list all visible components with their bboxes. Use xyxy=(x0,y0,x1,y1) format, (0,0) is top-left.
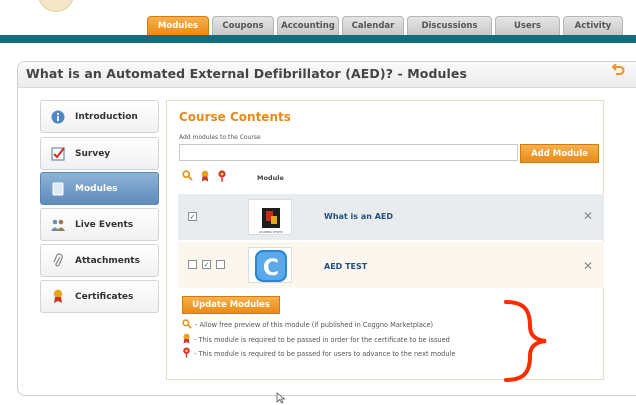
required-certificate-checkbox[interactable]: ✓ xyxy=(202,260,211,269)
logo xyxy=(38,0,74,12)
sidebar-item-label: Survey xyxy=(75,148,111,159)
legend-next-module: - This module is required to be passed f… xyxy=(182,347,455,360)
legend-certificate: - This module is required to be passed i… xyxy=(182,333,450,346)
tab-discussions[interactable]: Discussions xyxy=(407,16,492,35)
module-thumbnail: LEARNING CENTER xyxy=(248,199,292,235)
sidebar-item-modules[interactable]: Modules xyxy=(40,172,159,205)
add-module-button[interactable]: Add Module xyxy=(520,144,599,163)
main-tabs: Modules Coupons Accounting Calendar Disc… xyxy=(147,16,623,35)
ribbon-icon xyxy=(200,170,210,185)
checkbox-icon xyxy=(50,146,66,162)
legend-preview: - Allow free preview of this module (if … xyxy=(182,319,433,331)
tab-modules[interactable]: Modules xyxy=(147,16,209,35)
tab-coupons[interactable]: Coupons xyxy=(212,16,274,35)
annotation-brace xyxy=(504,300,547,382)
legend-text: - Allow free preview of this module (if … xyxy=(195,321,434,329)
magnifier-icon xyxy=(182,170,193,185)
column-legend-icons xyxy=(182,170,227,185)
module-column-header: Module xyxy=(257,174,284,182)
thumb-caption: LEARNING CENTER xyxy=(259,230,283,234)
mouse-cursor-icon xyxy=(276,392,286,405)
sidebar-item-certificates[interactable]: Certificates xyxy=(40,280,159,313)
course-contents-title: Course Contents xyxy=(179,110,291,124)
map-pin-icon xyxy=(182,347,191,360)
preview-checkbox[interactable] xyxy=(188,260,197,269)
sidebar-item-label: Certificates xyxy=(75,291,134,302)
module-name-link[interactable]: AED TEST xyxy=(324,262,367,271)
module-search-input[interactable] xyxy=(179,144,518,161)
sidebar-item-introduction[interactable]: Introduction xyxy=(40,100,159,133)
legend-text: - This module is required to be passed i… xyxy=(194,335,450,344)
nav-bar xyxy=(0,35,636,43)
legend-text: - This module is required to be passed f… xyxy=(194,349,456,358)
module-thumbnail: C xyxy=(248,247,292,283)
ribbon-icon xyxy=(182,333,191,346)
sidebar-item-label: Live Events xyxy=(75,219,134,230)
sidebar-item-live-events[interactable]: Live Events xyxy=(40,208,159,241)
sidebar-item-attachments[interactable]: Attachments xyxy=(40,244,159,277)
sidebar-item-label: Introduction xyxy=(75,111,138,122)
sidebar-item-label: Attachments xyxy=(75,255,140,266)
paperclip-icon xyxy=(50,253,66,269)
close-icon[interactable]: ✕ xyxy=(583,209,593,223)
tab-users[interactable]: Users xyxy=(495,16,560,35)
map-pin-icon xyxy=(217,170,227,185)
module-name-link[interactable]: What is an AED xyxy=(324,212,393,221)
people-icon xyxy=(50,217,66,233)
tab-activity[interactable]: Activity xyxy=(563,16,623,35)
document-icon xyxy=(50,181,66,197)
preview-checkbox[interactable]: ✓ xyxy=(188,212,197,221)
table-row: ✓ LEARNING CENTER What is an AED ✕ xyxy=(178,194,604,240)
page-title: What is an Automated External Defibrilla… xyxy=(26,66,468,81)
info-icon xyxy=(50,109,66,125)
thumb-letter: C xyxy=(263,256,279,281)
add-modules-label: Add modules to the Course xyxy=(179,134,261,141)
ribbon-icon xyxy=(50,289,66,305)
sidebar-item-survey[interactable]: Survey xyxy=(40,137,159,170)
tab-accounting[interactable]: Accounting xyxy=(277,16,339,35)
close-icon[interactable]: ✕ xyxy=(583,259,593,273)
tab-calendar[interactable]: Calendar xyxy=(342,16,404,35)
back-arrow-icon[interactable] xyxy=(611,63,627,80)
required-next-checkbox[interactable] xyxy=(216,260,225,269)
magnifier-icon xyxy=(182,319,192,331)
table-row: ✓ C AED TEST ✕ xyxy=(178,242,604,288)
update-modules-button[interactable]: Update Modules xyxy=(182,296,280,314)
sidebar-item-label: Modules xyxy=(75,183,118,194)
